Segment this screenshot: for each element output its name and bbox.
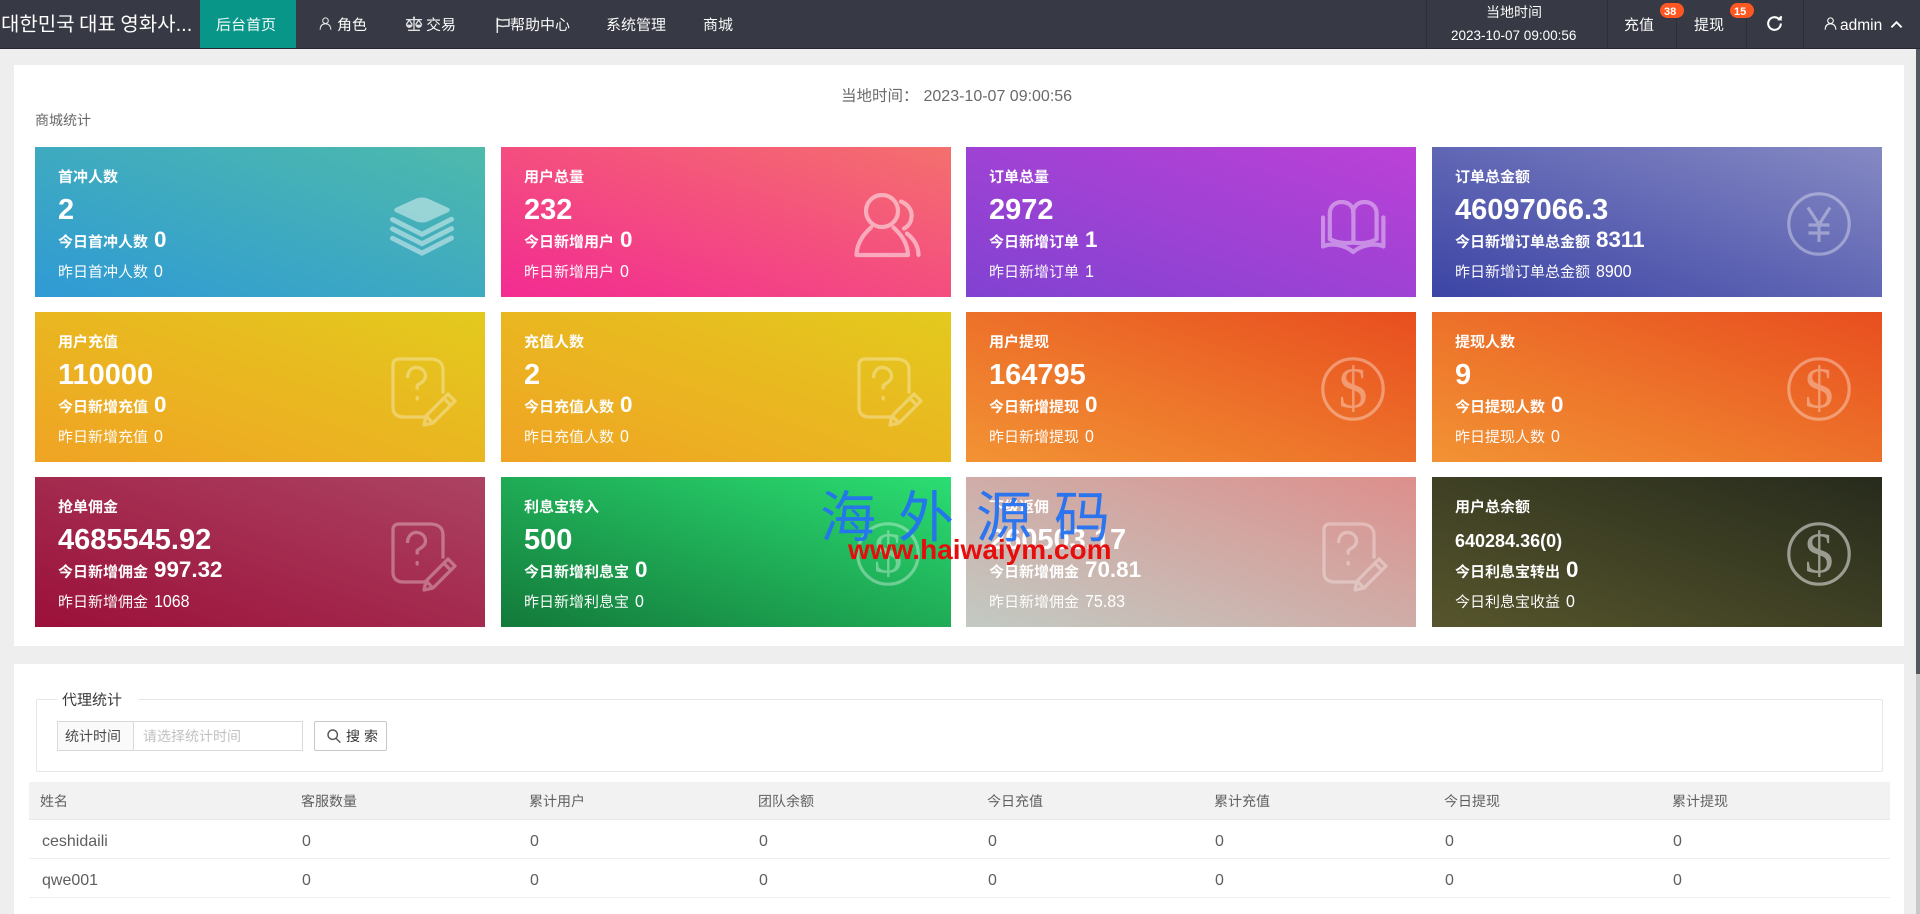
svg-text:15: 15: [1734, 6, 1746, 18]
svg-text:1: 1: [1085, 227, 1097, 252]
svg-text:0: 0: [759, 872, 768, 889]
svg-text:0: 0: [154, 261, 163, 281]
svg-text:0: 0: [988, 833, 997, 850]
svg-text:0: 0: [154, 426, 163, 446]
svg-text:0: 0: [1673, 833, 1682, 850]
svg-text:0: 0: [302, 833, 311, 850]
svg-text:0: 0: [620, 227, 632, 252]
svg-text:0: 0: [620, 426, 629, 446]
svg-text:0: 0: [620, 392, 632, 417]
svg-text:2: 2: [58, 194, 74, 226]
svg-text:$: $: [1805, 522, 1834, 586]
svg-text:...: ...: [176, 14, 193, 36]
svg-text:8900: 8900: [1596, 261, 1632, 281]
svg-text:0: 0: [1215, 833, 1224, 850]
svg-text:2: 2: [524, 359, 540, 391]
svg-text:www.haiwaiym.com: www.haiwaiym.com: [848, 534, 1111, 565]
svg-text:2023-10-07 09:00:56: 2023-10-07 09:00:56: [1451, 28, 1576, 43]
svg-text:1068: 1068: [154, 591, 190, 611]
svg-text:4685545.92: 4685545.92: [58, 524, 211, 556]
svg-text:qwe001: qwe001: [42, 872, 98, 889]
svg-text:ceshidaili: ceshidaili: [42, 833, 108, 850]
svg-text:$: $: [1339, 357, 1368, 421]
svg-text:164795: 164795: [989, 359, 1086, 391]
svg-text:2023-10-07 09:00:56: 2023-10-07 09:00:56: [923, 88, 1072, 105]
svg-text:0: 0: [988, 872, 997, 889]
svg-text:2972: 2972: [989, 194, 1054, 226]
svg-text:38: 38: [1664, 6, 1676, 18]
svg-text:0: 0: [635, 557, 647, 582]
svg-text:0: 0: [1551, 392, 1563, 417]
svg-text:232: 232: [524, 194, 572, 226]
svg-text:75.83: 75.83: [1085, 591, 1125, 611]
svg-text:$: $: [1805, 357, 1834, 421]
svg-text:0: 0: [1445, 872, 1454, 889]
svg-text:1: 1: [1085, 261, 1094, 281]
svg-text:0: 0: [1445, 833, 1454, 850]
svg-text:0: 0: [1085, 426, 1094, 446]
svg-text:0: 0: [530, 872, 539, 889]
svg-text:997.32: 997.32: [154, 557, 222, 582]
svg-text:0: 0: [1566, 591, 1575, 611]
svg-text:500: 500: [524, 524, 572, 556]
svg-text:0: 0: [530, 833, 539, 850]
svg-text:8311: 8311: [1596, 227, 1645, 252]
svg-text:0: 0: [1551, 426, 1560, 446]
svg-text:0: 0: [154, 227, 166, 252]
svg-text:0: 0: [302, 872, 311, 889]
svg-text:0: 0: [759, 833, 768, 850]
svg-text:0: 0: [620, 261, 629, 281]
svg-text:0: 0: [1085, 392, 1097, 417]
svg-text:110000: 110000: [58, 359, 153, 391]
svg-text:46097066.3: 46097066.3: [1455, 194, 1608, 226]
svg-text:0: 0: [635, 591, 644, 611]
svg-text:0: 0: [1215, 872, 1224, 889]
svg-text:0: 0: [154, 392, 166, 417]
svg-text:0: 0: [1673, 872, 1682, 889]
svg-text:9: 9: [1455, 359, 1471, 391]
svg-text:admin: admin: [1840, 17, 1882, 34]
svg-text:0: 0: [1566, 557, 1578, 582]
svg-text:640284.36(0): 640284.36(0): [1455, 531, 1562, 551]
